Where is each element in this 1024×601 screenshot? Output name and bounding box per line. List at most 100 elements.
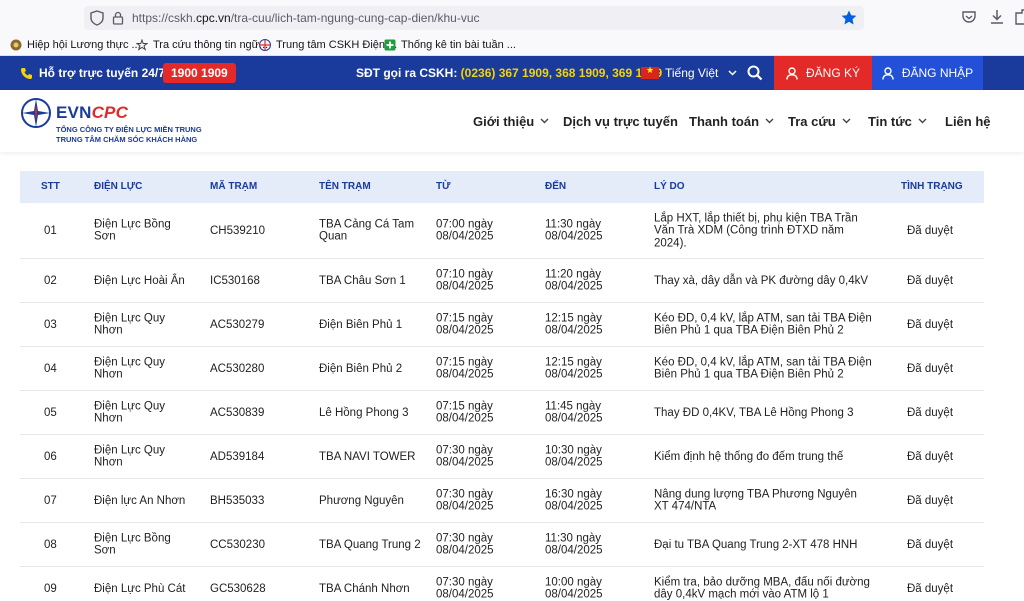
table-row: 05 Điện Lực Quy Nhơn AC530839 Lê Hồng Phong…: [20, 391, 984, 435]
vietnam-flag-icon: [641, 65, 659, 79]
cell-ma-tram: CH539210: [210, 224, 265, 237]
cell-stt: 03: [44, 318, 57, 331]
cell-ma-tram: AC530280: [210, 362, 265, 375]
cell-tu: 07:15 ngày 08/04/2025: [436, 312, 494, 337]
cell-ly-do: Thay ĐD 0,4KV, TBA Lê Hồng Phong 3: [654, 406, 854, 419]
lock-icon[interactable]: [112, 10, 124, 26]
cell-ten-tram: Điện Biên Phủ 1: [319, 318, 403, 331]
cell-den: 16:30 ngày 08/04/2025: [545, 488, 603, 513]
cell-stt: 07: [44, 494, 57, 507]
chevron-down-icon: [842, 118, 851, 124]
cell-dien-luc: Điện Lực Quy Nhơn: [94, 444, 165, 469]
bookmark-item[interactable]: Tra cứu thông tin ngữ...: [136, 37, 268, 53]
browser-toolbar: https://cskh.cpc.vn/tra-cuu/lich-tam-ngu…: [0, 0, 1024, 34]
cell-ma-tram: AD539184: [210, 450, 265, 463]
cell-tu: 07:15 ngày 08/04/2025: [436, 356, 494, 381]
cell-ly-do: Kéo ĐD, 0,4 kV, lắp ATM, san tải TBA Điệ…: [654, 356, 872, 381]
cell-stt: 09: [44, 582, 57, 595]
bookmark-item[interactable]: Hiệp hội Lương thực ...: [10, 37, 141, 53]
cell-dien-luc: Điện Lực Phù Cát: [94, 582, 186, 595]
cell-tinh-trang: Đã duyệt: [907, 406, 954, 419]
bookmark-star-icon[interactable]: [840, 9, 858, 27]
table-row: 09 Điện Lực Phù Cát GC530628 TBA Chánh Nhơn…: [20, 567, 984, 601]
pocket-icon[interactable]: [960, 8, 978, 26]
cell-den: 11:30 ngày 08/04/2025: [545, 218, 603, 243]
cell-den: 11:30 ngày 08/04/2025: [545, 532, 603, 557]
chevron-down-icon: [765, 118, 774, 124]
cell-tu: 07:30 ngày 08/04/2025: [436, 532, 494, 557]
cell-den: 12:15 ngày 08/04/2025: [545, 356, 603, 381]
cell-ten-tram: TBA NAVI TOWER: [319, 450, 416, 463]
shield-icon[interactable]: [90, 10, 104, 26]
cell-tu: 07:30 ngày 08/04/2025: [436, 576, 494, 601]
nav-item-dich-vu-truc-tuyen[interactable]: Dịch vụ trực tuyến: [563, 90, 678, 152]
logo-subtitle-1: TỔNG CÔNG TY ĐIỆN LỰC MIỀN TRUNG: [56, 125, 202, 134]
cell-tu: 07:15 ngày 08/04/2025: [436, 400, 494, 425]
table-row: 08 Điện Lực Bồng Sơn CC530230 TBA Quang Tru…: [20, 523, 984, 567]
column-header-ly-do: LÝ DO: [654, 181, 685, 192]
logo-brand: EVNCPC: [56, 103, 129, 122]
chevron-down-icon: [540, 118, 549, 124]
user-icon: [786, 66, 798, 80]
search-icon[interactable]: [746, 64, 764, 82]
extensions-icon[interactable]: [1014, 8, 1024, 26]
nav-item-thanh-toan[interactable]: Thanh toán: [689, 90, 774, 152]
cell-stt: 05: [44, 406, 57, 419]
column-header-den: ĐẾN: [545, 181, 567, 192]
cell-tu: 07:10 ngày 08/04/2025: [436, 268, 494, 293]
cell-ly-do: Nâng dung lượng TBA Phương Nguyên XT 474…: [654, 488, 857, 513]
cell-dien-luc: Điện Lực Bồng Sơn: [94, 218, 171, 243]
cell-stt: 06: [44, 450, 57, 463]
cell-ma-tram: AC530839: [210, 406, 265, 419]
bookmark-item[interactable]: Thống kê tin bài tuần ...: [384, 37, 516, 53]
cell-stt: 01: [44, 224, 57, 237]
cell-ten-tram: TBA Quang Trung 2: [319, 538, 421, 551]
cell-dien-luc: Điện lực An Nhơn: [94, 494, 186, 507]
cell-den: 10:30 ngày 08/04/2025: [545, 444, 603, 469]
column-header-stt: STT: [41, 181, 60, 192]
cell-dien-luc: Điện Lực Quy Nhơn: [94, 356, 165, 381]
logo-subtitle-2: TRUNG TÂM CHĂM SÓC KHÁCH HÀNG: [56, 135, 198, 144]
url-text[interactable]: https://cskh.cpc.vn/tra-cuu/lich-tam-ngu…: [132, 11, 480, 25]
cell-tinh-trang: Đã duyệt: [907, 494, 954, 507]
language-selector[interactable]: Tiếng Việt: [641, 56, 737, 90]
bookmark-item[interactable]: Trung tâm CSKH Điện ...: [259, 37, 397, 53]
column-header-tu: TỪ: [436, 181, 451, 192]
table-row: 03 Điện Lực Quy Nhơn AC530279 Điện Biên Phủ…: [20, 303, 984, 347]
nav-item-tin-tuc[interactable]: Tin tức: [868, 90, 927, 152]
star-bookmark-icon: [136, 39, 148, 51]
chevron-down-icon: [728, 70, 737, 76]
cell-ly-do: Kéo ĐD, 0,4 kV, lắp ATM, san tải TBA Điệ…: [654, 312, 872, 337]
column-header-tinh-trang: TÌNH TRẠNG: [901, 181, 963, 192]
cell-dien-luc: Điện Lực Bồng Sơn: [94, 532, 171, 557]
url-bar[interactable]: https://cskh.cpc.vn/tra-cuu/lich-tam-ngu…: [84, 6, 864, 30]
cell-tinh-trang: Đã duyệt: [907, 318, 954, 331]
cell-ten-tram: TBA Cảng Cá Tam Quan: [319, 218, 415, 243]
table-header: STT ĐIỆN LỰC MÃ TRẠM TÊN TRẠM TỪ ĐẾN LÝ …: [20, 171, 984, 203]
cell-den: 11:20 ngày 08/04/2025: [545, 268, 603, 293]
cell-tinh-trang: Đã duyệt: [907, 274, 954, 287]
nav-item-gioi-thieu[interactable]: Giới thiệu: [473, 90, 549, 152]
cell-ma-tram: IC530168: [210, 274, 260, 287]
login-button[interactable]: ĐĂNG NHẬP: [872, 56, 983, 90]
table-row: 02 Điện Lực Hoài Ân IC530168 TBA Châu Sơn 1…: [20, 259, 984, 303]
cell-dien-luc: Điện Lực Quy Nhơn: [94, 400, 165, 425]
cell-ly-do: Lắp HXT, lắp thiết bị, phụ kiện TBA Trần…: [654, 211, 858, 249]
table-row: 04 Điện Lực Quy Nhơn AC530280 Điện Biên Phủ…: [20, 347, 984, 391]
nav-item-lien-he[interactable]: Liên hệ: [945, 90, 991, 152]
download-icon[interactable]: [988, 8, 1006, 26]
register-button[interactable]: ĐĂNG KÝ: [774, 56, 872, 90]
cell-stt: 08: [44, 538, 57, 551]
cell-tu: 07:00 ngày 08/04/2025: [436, 218, 494, 243]
cell-ma-tram: CC530230: [210, 538, 265, 551]
cell-dien-luc: Điện Lực Quy Nhơn: [94, 312, 165, 337]
chevron-down-icon: [918, 118, 927, 124]
cell-ten-tram: TBA Châu Sơn 1: [319, 274, 406, 287]
nav-item-tra-cuu[interactable]: Tra cứu: [788, 90, 851, 152]
evncpc-logo[interactable]: EVNCPC TỔNG CÔNG TY ĐIỆN LỰC MIỀN TRUNG …: [20, 95, 210, 147]
evn-logo-mark-icon: [21, 98, 51, 128]
support-info: Hỗ trợ trực tuyến 24/7:: [20, 56, 169, 90]
cell-den: 11:45 ngày 08/04/2025: [545, 400, 603, 425]
user-icon: [882, 66, 894, 80]
hotline-badge[interactable]: 1900 1909: [163, 63, 236, 83]
